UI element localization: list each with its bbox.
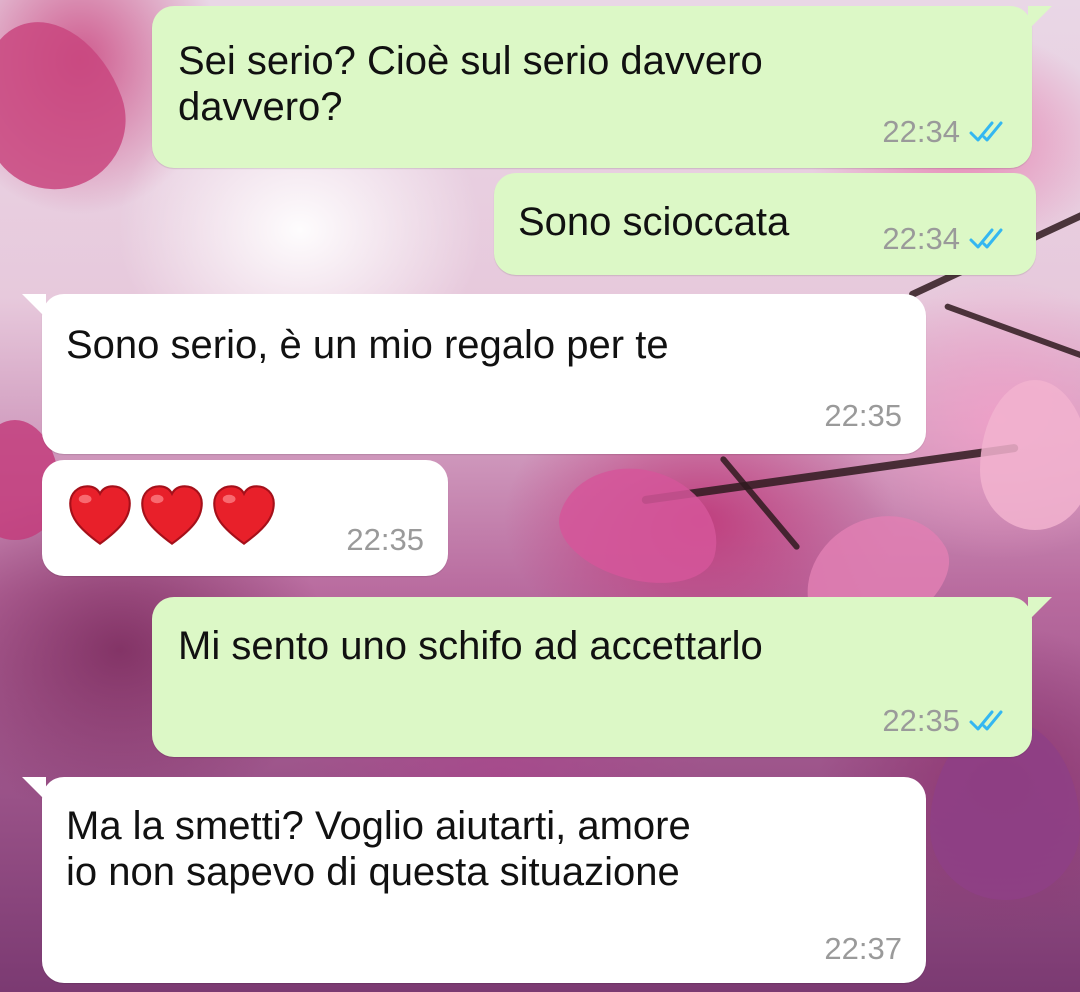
message-text: Mi sento uno schifo ad accettarlo: [178, 624, 763, 668]
heart-emoji-row: [66, 482, 278, 550]
incoming-message-bubble[interactable]: Ma la smetti? Voglio aiutarti, amore io …: [22, 777, 926, 983]
branch-decoration: [943, 302, 1080, 364]
flower-petal: [980, 380, 1080, 530]
outgoing-message-bubble[interactable]: Sono scioccata 22:34: [494, 173, 1036, 275]
red-heart-icon: [213, 485, 275, 545]
red-heart-icon: [69, 485, 131, 545]
message-meta: 22:37: [824, 931, 902, 967]
flower-petal: [0, 1, 145, 209]
message-text: Sono scioccata: [518, 200, 790, 244]
incoming-message-bubble[interactable]: Sono serio, è un mio regalo per te 22:35: [22, 294, 926, 454]
double-check-icon: [968, 226, 1012, 252]
branch-decoration: [719, 455, 801, 551]
flower-petal: [548, 451, 732, 599]
message-text: Sei serio? Cioè sul serio davvero davver…: [178, 39, 763, 129]
message-timestamp: 22:35: [346, 522, 424, 557]
double-check-icon: [968, 119, 1012, 145]
outgoing-message-bubble[interactable]: Mi sento uno schifo ad accettarlo 22:35: [152, 597, 1052, 757]
red-heart-icon: [141, 485, 203, 545]
incoming-message-bubble[interactable]: ❤️❤️❤️ 22:35: [42, 460, 448, 576]
message-timestamp: 22:35: [824, 398, 902, 433]
double-check-icon: [968, 708, 1012, 734]
message-timestamp: 22:34: [882, 221, 960, 256]
message-timestamp: 22:37: [824, 931, 902, 966]
message-timestamp: 22:34: [882, 114, 960, 149]
message-meta: 22:35: [824, 398, 902, 434]
message-text: Sono serio, è un mio regalo per te: [66, 323, 669, 367]
message-meta: 22:35: [882, 703, 1012, 739]
message-timestamp: 22:35: [882, 703, 960, 738]
message-meta: 22:34: [882, 221, 1012, 257]
outgoing-message-bubble[interactable]: Sei serio? Cioè sul serio davvero davver…: [152, 6, 1052, 168]
message-meta: 22:35: [346, 522, 424, 558]
message-meta: 22:34: [882, 114, 1012, 150]
message-text: Ma la smetti? Voglio aiutarti, amore io …: [66, 804, 691, 894]
